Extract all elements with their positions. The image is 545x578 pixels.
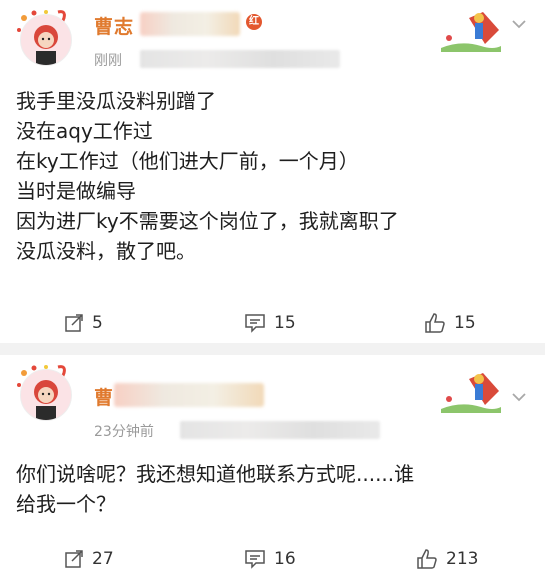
repost-count: 5 <box>92 313 103 333</box>
like-button[interactable]: 213 <box>416 542 478 576</box>
comment-button[interactable]: 16 <box>244 542 296 576</box>
post-actions: 27 16 213 <box>0 542 545 576</box>
post-time: 刚刚 <box>94 53 122 69</box>
chevron-down-icon[interactable] <box>509 387 529 407</box>
comment-count: 15 <box>274 313 296 333</box>
like-button[interactable]: 15 <box>424 306 476 340</box>
user-name[interactable]: 曹志 <box>94 12 134 39</box>
like-count: 213 <box>446 549 479 569</box>
redacted-name <box>114 383 264 407</box>
post-text-line: 因为进厂ky不需要这个岗位了，我就离职了 <box>16 209 399 233</box>
comment-icon <box>245 314 265 333</box>
card-decoration-icon <box>441 12 501 52</box>
comment-button[interactable]: 15 <box>244 306 296 340</box>
avatar[interactable] <box>14 363 76 425</box>
post-text-line: 给我一个？ <box>16 492 116 516</box>
repost-count: 27 <box>92 549 114 569</box>
post-actions: 5 15 15 <box>0 306 545 340</box>
post-text-line: 我手里没瓜没料别蹭了 <box>16 89 216 113</box>
weibo-post: 曹志 红 刚刚 我手里没瓜没料别蹭了 没在aqy工作过 在ky工作过（他们进大厂… <box>0 0 545 343</box>
weibo-post: 曹 23分钟前 你们说啥呢？我还想知道他联系方式呢......谁 给我一个？ 2… <box>0 355 545 578</box>
post-content: 我手里没瓜没料别蹭了 没在aqy工作过 在ky工作过（他们进大厂前，一个月） 当… <box>16 86 521 266</box>
repost-button[interactable]: 27 <box>64 542 114 576</box>
like-count: 15 <box>454 313 476 333</box>
post-text-line: 没瓜没料，散了吧。 <box>16 239 196 263</box>
repost-button[interactable]: 5 <box>64 306 103 340</box>
comment-count: 16 <box>274 549 296 569</box>
like-icon <box>425 313 445 333</box>
post-separator <box>0 343 545 355</box>
avatar[interactable] <box>14 8 76 70</box>
repost-icon <box>65 314 83 332</box>
post-text-line: 你们说啥呢？我还想知道他联系方式呢......谁 <box>16 462 415 486</box>
like-icon <box>417 549 437 569</box>
chevron-down-icon[interactable] <box>509 14 529 34</box>
repost-icon <box>65 550 83 568</box>
vip-badge: 红 <box>246 14 262 30</box>
post-text-line: 没在aqy工作过 <box>16 119 153 143</box>
user-name[interactable]: 曹 <box>94 383 114 410</box>
redacted-source <box>180 421 380 439</box>
post-text-line: 在ky工作过（他们进大厂前，一个月） <box>16 149 359 173</box>
redacted-name <box>140 12 240 36</box>
post-time: 23分钟前 <box>94 424 154 440</box>
comment-icon <box>245 550 265 569</box>
card-decoration-icon <box>441 373 501 413</box>
redacted-source <box>140 50 340 68</box>
post-text-line: 当时是做编导 <box>16 179 136 203</box>
post-content: 你们说啥呢？我还想知道他联系方式呢......谁 给我一个？ <box>16 459 521 519</box>
